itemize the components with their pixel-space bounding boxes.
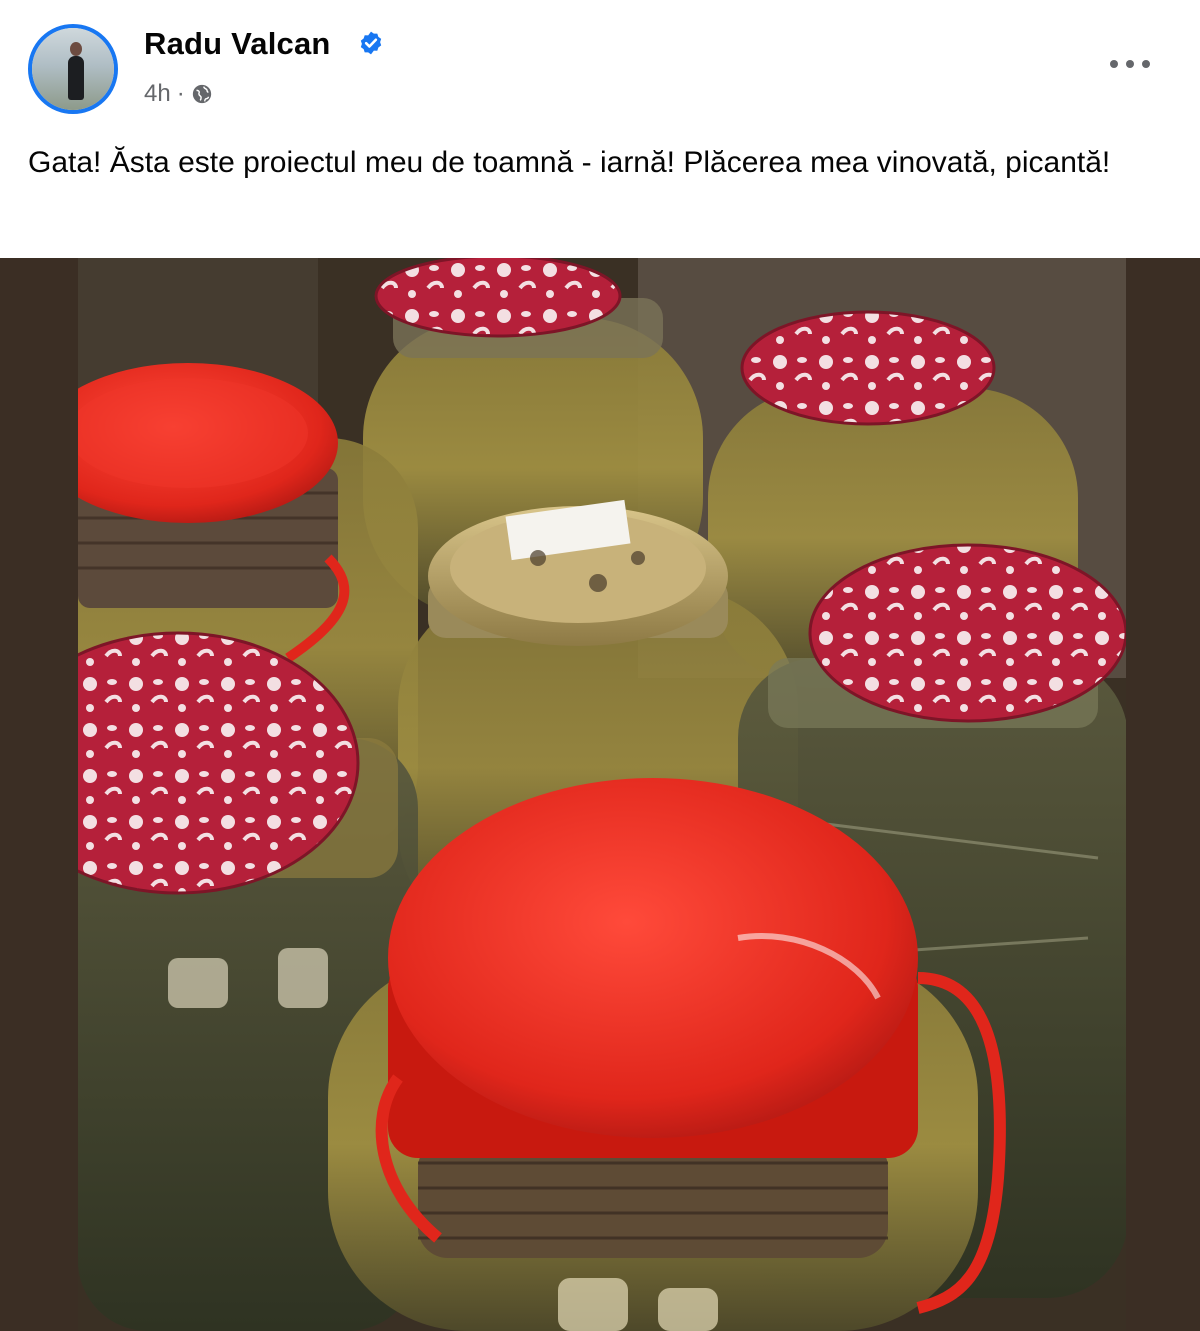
jars-photo-illustration [78,258,1126,1331]
post-header: Radu Valcan 4h · [0,0,1200,120]
post-text: Gata! Ăsta este proiectul meu de toamnă … [28,146,1111,179]
avatar-person-head [70,42,82,56]
author-avatar[interactable] [28,24,118,114]
post-time[interactable]: 4h [144,80,171,108]
more-dot [1110,60,1118,68]
meta-separator: · [176,80,185,107]
globe-icon[interactable] [191,83,213,105]
author-name[interactable]: Radu Valcan [144,26,331,62]
post-photo-frame[interactable] [0,258,1200,1331]
more-dot [1126,60,1134,68]
more-options-icon[interactable] [1100,44,1160,84]
post-photo[interactable] [78,258,1126,1331]
verified-badge-icon [360,31,382,55]
more-dot [1142,60,1150,68]
avatar-person-body [68,56,84,100]
post-meta: 4h · [144,80,213,108]
